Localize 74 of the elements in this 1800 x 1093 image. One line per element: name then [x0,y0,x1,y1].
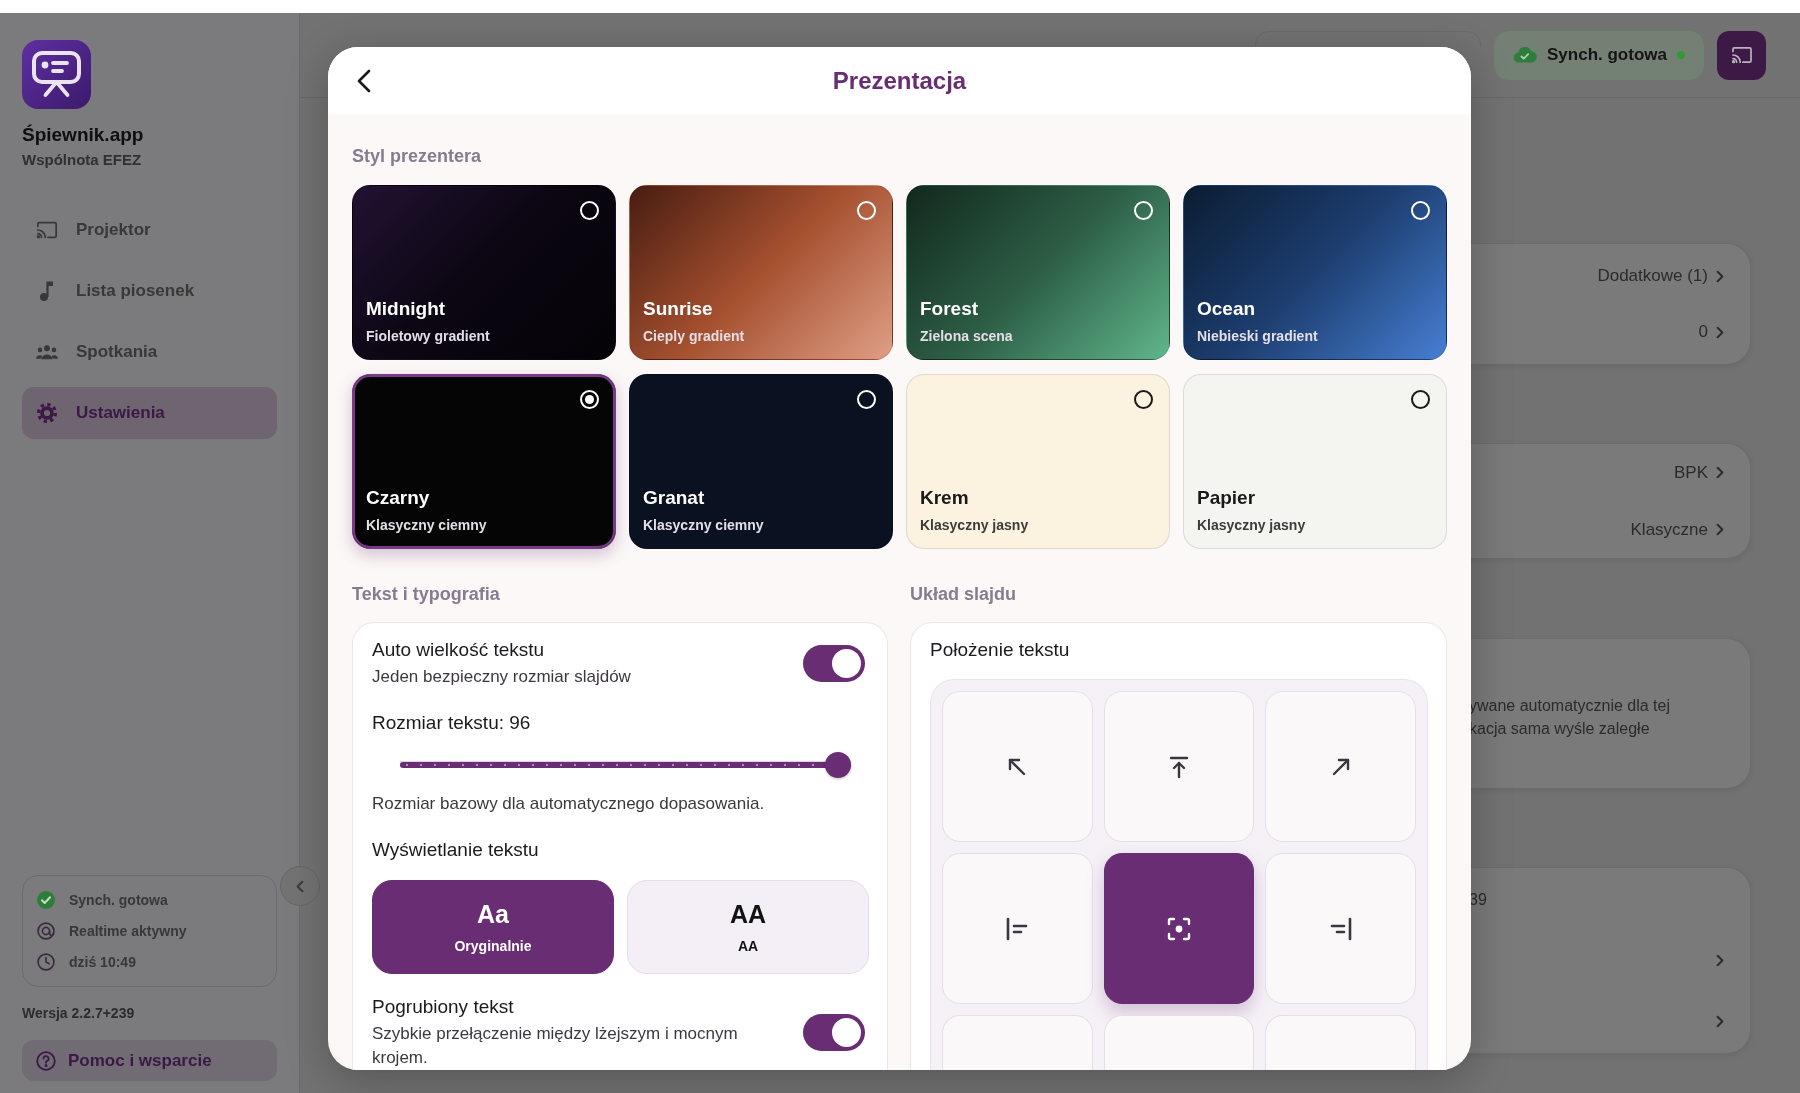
theme-name: Czarny [366,486,430,510]
theme-card[interactable]: Czarny Klasyczny ciemny [352,374,616,549]
setting-label: Położenie tekstu [930,638,1071,662]
theme-description: Niebieski gradient [1197,327,1318,345]
cast-icon [1730,46,1753,64]
card-text: ywane automatycznie dla tej [1469,696,1670,716]
theme-name: Granat [643,486,705,510]
chevron-right-icon [1716,1015,1724,1028]
status-text: Synch. gotowa [69,891,168,908]
align-left-icon [1005,916,1030,941]
toggle-switch[interactable] [803,1014,865,1051]
sync-status-badge[interactable]: Synch. gotowa [1494,30,1704,80]
theme-description: Fioletowy gradient [366,327,490,345]
focus-center-icon [1167,916,1191,941]
version-text: Wersja 2.2.7+239 [22,1004,136,1023]
slider-thumb[interactable] [825,752,851,778]
check-circle-icon [37,890,55,909]
section-heading: Układ slajdu [910,583,1018,605]
theme-card[interactable]: Sunrise Cieply gradient [629,185,893,360]
cloud-check-icon [1513,47,1537,63]
cast-icon [36,220,58,240]
collapse-sidebar-button[interactable] [280,866,320,906]
theme-description: Cieply gradient [643,327,745,345]
chevron-left-icon [357,68,371,93]
status-text: dziś 10:49 [69,953,136,970]
setting-label: Wyświetlanie tekstu [372,838,540,862]
chevron-right-icon [1716,269,1724,283]
section-heading: Styl prezentera [352,145,483,167]
at-sign-icon [37,921,55,940]
clock-icon [37,952,55,971]
theme-card[interactable]: Midnight Fioletowy gradient [352,185,616,360]
theme-description: Klasyczny jasny [1197,516,1306,534]
chevron-right-icon [1716,466,1724,479]
question-circle-icon [36,1050,56,1071]
chevron-right-icon [1716,523,1724,536]
setting-label: Auto wielkość tekstu [372,638,546,662]
people-icon [36,343,58,361]
theme-card[interactable]: Papier Klasyczny jasny [1183,374,1447,549]
theme-name: Ocean [1197,297,1256,321]
status-dot-icon [1677,51,1685,59]
theme-card[interactable]: Krem Klasyczny jasny [906,374,1170,549]
gear-icon [36,402,58,424]
setting-description: Rozmiar bazowy dla automatycznego dopasowania. [372,793,766,815]
status-text: Realtime aktywny [69,922,187,939]
organization-name: Wspólnota EFEZ [22,150,143,170]
theme-name: Midnight [366,297,446,321]
toggle-switch[interactable] [803,645,865,682]
theme-name: Papier [1197,486,1256,510]
theme-name: Forest [920,297,979,321]
setting-label: Rozmiar tekstu: 96 [372,711,532,735]
theme-name: Sunrise [643,297,713,321]
text-style-option[interactable]: Aa Oryginalnie [372,880,614,974]
setting-description: Jeden bezpieczny rozmiar slajdów [372,666,631,688]
theme-description: Klasyczny ciemny [366,516,487,534]
theme-card[interactable]: Forest Zielona scena [906,185,1170,360]
setting-label: Pogrubiony tekst [372,995,515,1019]
dialog-title: Prezentacja [832,66,967,95]
chevron-right-icon [1716,325,1724,339]
presenter-board-logo-icon [22,40,91,109]
app-name: Śpiewnik.app [22,123,145,147]
theme-description: Klasyczny ciemny [643,516,764,534]
theme-description: Klasyczny jasny [920,516,1029,534]
chevron-right-icon [1716,954,1724,967]
theme-card[interactable]: Granat Klasyczny ciemny [629,374,893,549]
section-heading: Tekst i typografia [352,583,501,605]
text-style-option[interactable]: AA AA [627,880,869,974]
theme-description: Zielona scena [920,327,1013,345]
theme-card[interactable]: Ocean Niebieski gradient [1183,185,1447,360]
align-right-icon [1328,916,1353,941]
cast-button[interactable] [1717,30,1766,80]
theme-name: Krem [920,486,969,510]
chevron-left-icon [296,879,304,893]
position-button[interactable] [1103,853,1255,1004]
setting-description: Szybkie przełączenie między lżejszym i mocnym krojem. [372,1023,739,1069]
